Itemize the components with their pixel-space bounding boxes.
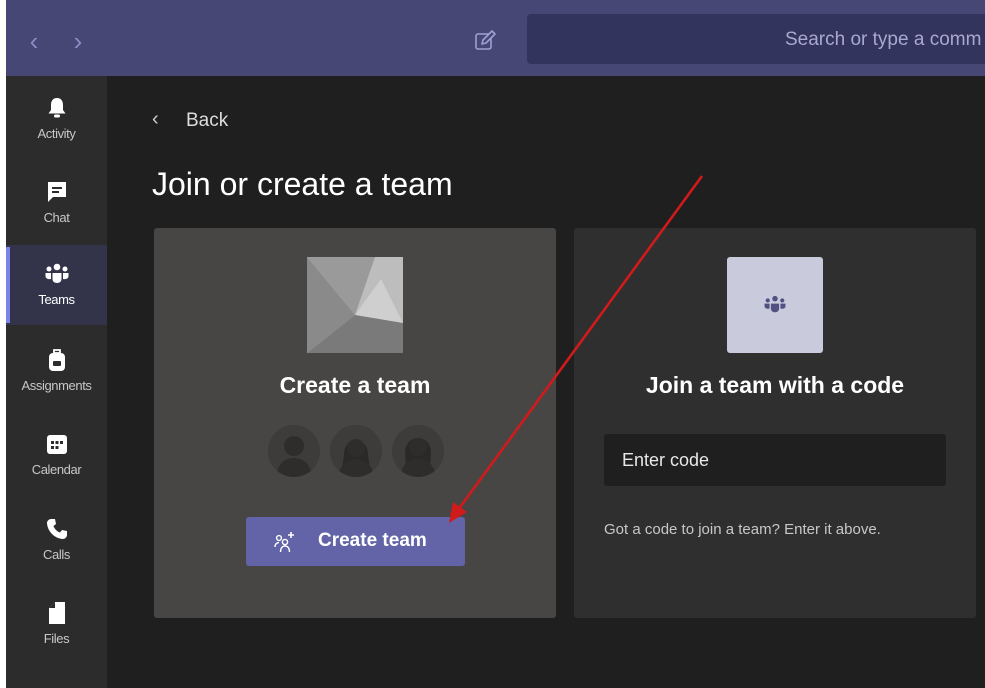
create-team-illustration: [307, 257, 403, 353]
sidebar-item-teams[interactable]: Teams: [6, 245, 107, 325]
avatar: [392, 425, 444, 477]
add-team-icon: [274, 532, 294, 553]
sidebar-item-label: Files: [43, 631, 70, 646]
teams-icon: [45, 263, 69, 283]
chevron-right-icon[interactable]: ›: [68, 28, 88, 54]
top-bar: ‹ › Search or type a comm: [6, 0, 985, 76]
sidebar-item-files[interactable]: Files: [6, 584, 107, 664]
search-bar[interactable]: Search or type a comm: [527, 14, 985, 64]
join-team-title: Join a team with a code: [645, 372, 905, 398]
teams-app: ‹ › Search or type a comm Activity Chat: [6, 0, 985, 688]
chat-icon: [48, 182, 66, 202]
avatar: [330, 425, 382, 477]
create-team-button-label: Create team: [318, 530, 427, 551]
team-code-input[interactable]: [604, 434, 946, 486]
calendar-icon: [47, 435, 67, 454]
sidebar-item-assignments[interactable]: Assignments: [6, 331, 107, 411]
avatar-group: [268, 425, 444, 477]
app-bar: Activity Chat Teams Assignments Calendar…: [6, 76, 107, 688]
sidebar-item-label: Calls: [43, 547, 70, 562]
sidebar-item-chat[interactable]: Chat: [6, 163, 107, 243]
sidebar-item-calls[interactable]: Calls: [6, 500, 107, 580]
join-team-illustration: [727, 257, 823, 353]
backpack-icon: [49, 349, 65, 371]
chevron-left-icon: ‹: [152, 108, 159, 130]
sidebar-item-calendar[interactable]: Calendar: [6, 415, 107, 495]
sidebar-item-label: Calendar: [31, 462, 82, 477]
phone-icon: [47, 519, 67, 539]
create-team-card[interactable]: Create a team Create team: [154, 228, 556, 618]
sidebar-item-label: Activity: [37, 126, 76, 141]
file-icon: [49, 602, 65, 624]
back-label: Back: [186, 110, 229, 131]
avatar: [268, 425, 320, 477]
join-team-card: Join a team with a code Got a code to jo…: [574, 228, 976, 618]
sidebar-item-label: Chat: [43, 210, 70, 225]
chevron-left-icon[interactable]: ‹: [24, 28, 44, 54]
page-title: Join or create a team: [152, 166, 453, 202]
teams-icon: [764, 295, 786, 313]
sidebar-item-activity[interactable]: Activity: [6, 79, 107, 159]
bell-icon: [48, 98, 66, 118]
sidebar-item-label: Assignments: [21, 378, 92, 393]
join-hint-text: Got a code to join a team? Enter it abov…: [604, 521, 881, 538]
compose-icon[interactable]: [472, 28, 498, 54]
create-team-button[interactable]: Create team: [246, 517, 465, 566]
sidebar-item-label: Teams: [38, 292, 75, 307]
search-placeholder: Search or type a comm: [785, 29, 982, 50]
create-team-title: Create a team: [279, 372, 431, 398]
